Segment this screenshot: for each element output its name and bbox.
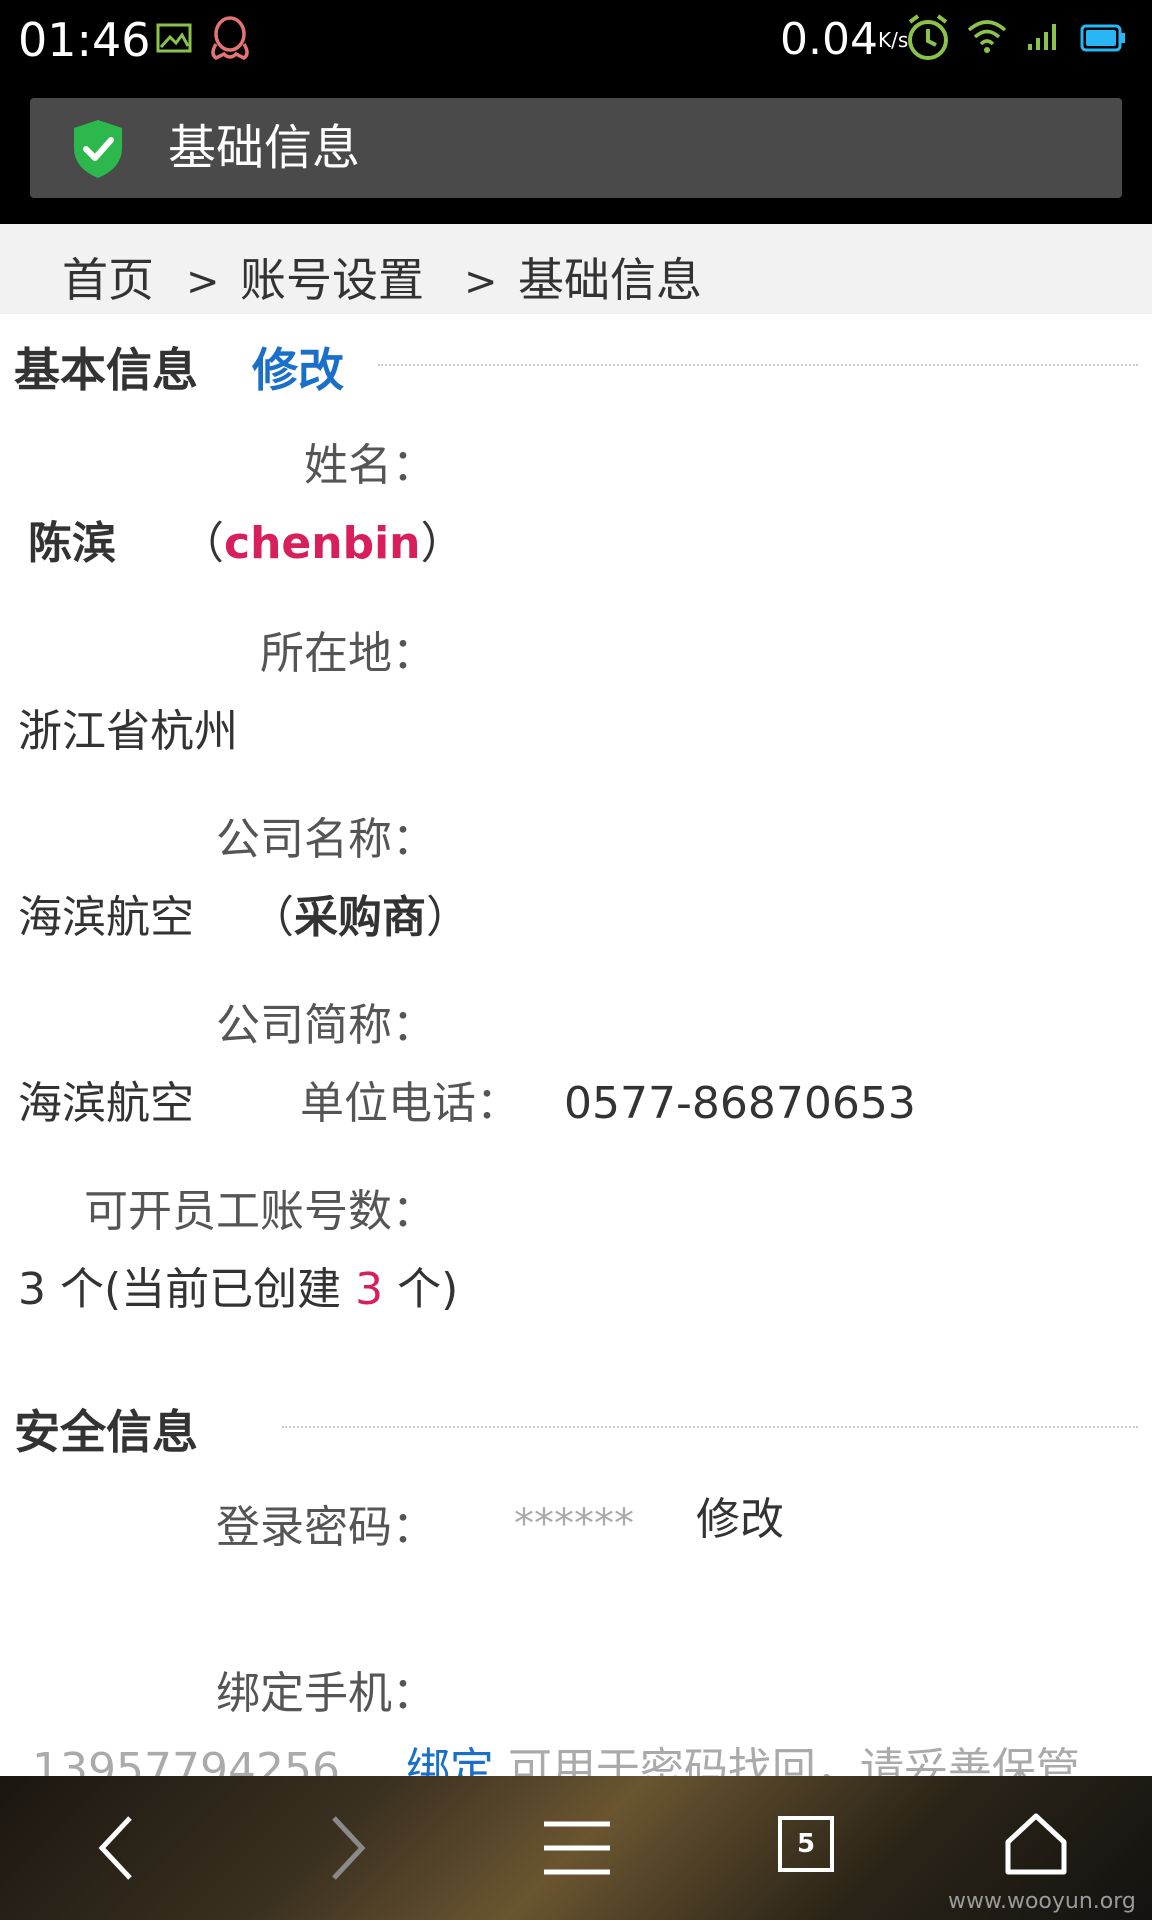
password-label: 登录密码：	[216, 1502, 436, 1553]
bound-phone-label: 绑定手机：	[216, 1668, 436, 1719]
signal-icon	[1026, 20, 1062, 52]
shield-check-icon	[70, 118, 126, 180]
phone-label: 单位电话：	[300, 1078, 520, 1129]
accounts-created-count: 3	[355, 1264, 384, 1315]
alarm-icon	[904, 12, 952, 64]
section-divider	[282, 1426, 1138, 1428]
name-value: 陈滨	[28, 518, 116, 569]
accounts-label: 可开员工账号数：	[84, 1186, 436, 1237]
security-info-title: 安全信息	[14, 1405, 198, 1459]
company-label: 公司名称：	[216, 814, 436, 865]
tabs-count: 5	[796, 1829, 816, 1859]
password-value: ******	[514, 1501, 634, 1547]
home-icon[interactable]	[1004, 1812, 1068, 1876]
edit-basic-info-link[interactable]: 修改	[252, 340, 344, 400]
back-icon[interactable]	[92, 1812, 142, 1884]
username-value: chenbin	[224, 518, 421, 569]
page-title: 基础信息	[168, 120, 361, 176]
location-label: 所在地：	[260, 628, 436, 679]
basic-info-title: 基本信息	[14, 343, 198, 397]
network-speed: 0.04K/s	[780, 14, 909, 65]
name-row: 陈滨 （chenbin）	[28, 518, 465, 569]
accounts-value: 3 个(当前已创建 3 个)	[18, 1264, 459, 1315]
tabs-button[interactable]: 5	[778, 1816, 834, 1872]
short-name-value: 海滨航空	[18, 1078, 194, 1129]
change-password-link[interactable]: 修改	[696, 1490, 784, 1550]
company-row: 海滨航空 （采购商）	[18, 892, 470, 943]
section-divider	[378, 364, 1138, 366]
company-value: 海滨航空	[18, 892, 194, 943]
forward-icon[interactable]	[322, 1812, 372, 1884]
location-value: 浙江省杭州	[18, 706, 238, 757]
battery-icon	[1080, 22, 1126, 54]
status-time: 01:46	[18, 13, 151, 67]
gallery-icon	[156, 22, 194, 56]
watermark: www.wooyun.org	[948, 1889, 1136, 1914]
breadcrumb-separator: >	[464, 259, 498, 305]
breadcrumb-account-settings[interactable]: 账号设置	[240, 250, 424, 310]
breadcrumb-home[interactable]: 首页	[62, 250, 154, 310]
breadcrumb-separator: >	[186, 259, 220, 305]
wifi-icon	[966, 18, 1008, 54]
phone-value: 0577-86870653	[564, 1078, 916, 1129]
short-name-label: 公司简称：	[216, 1000, 436, 1051]
qq-icon	[206, 14, 254, 64]
company-type: 采购商	[294, 892, 426, 943]
breadcrumb-current: 基础信息	[518, 253, 702, 307]
menu-icon[interactable]	[542, 1818, 612, 1878]
name-label: 姓名：	[304, 440, 436, 491]
